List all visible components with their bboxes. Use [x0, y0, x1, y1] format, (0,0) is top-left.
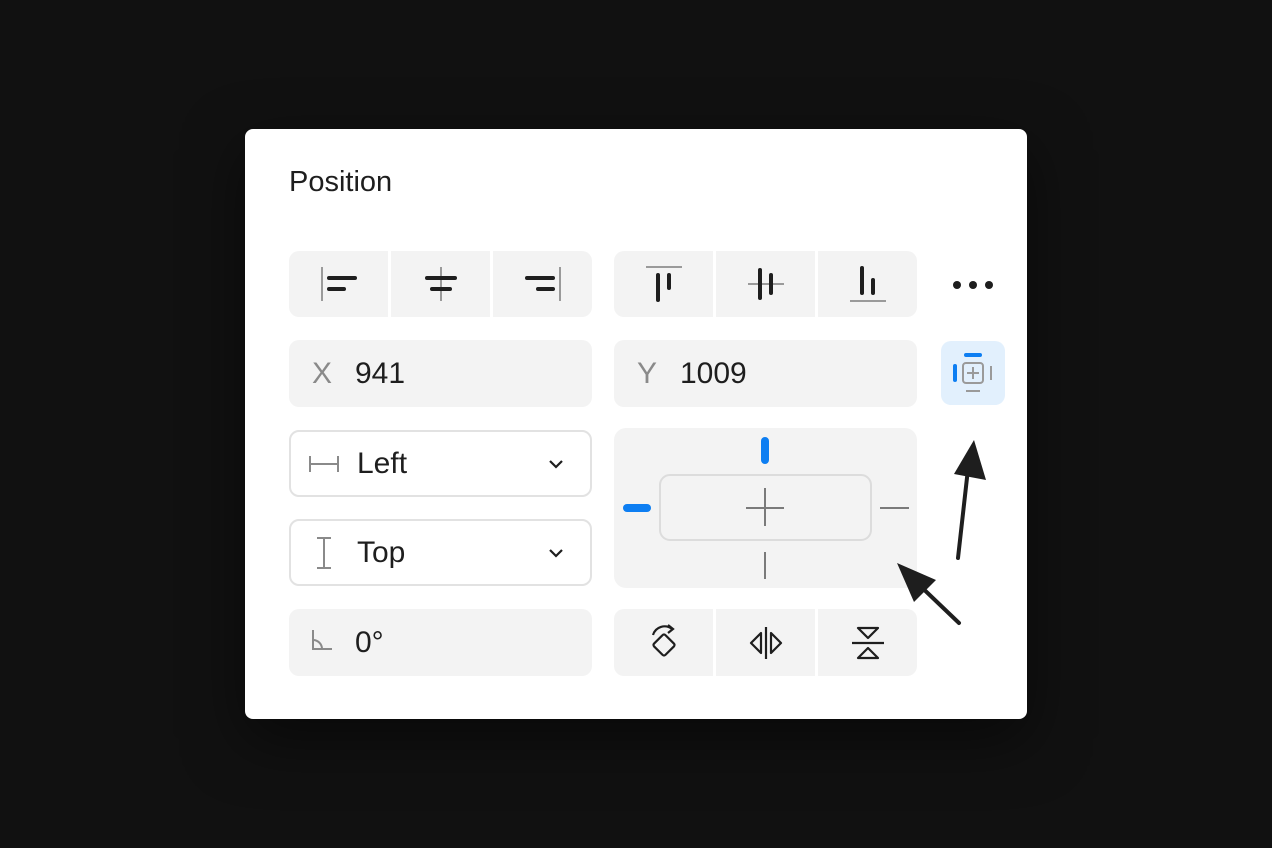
annotation-arrowhead-up — [954, 440, 986, 480]
flip-horizontal-button[interactable] — [713, 609, 815, 676]
constraints-widget — [614, 428, 917, 588]
align-left-icon — [320, 267, 357, 301]
rotation-value[interactable]: 0° — [355, 626, 384, 660]
vertical-constraint-select[interactable]: Top — [289, 519, 592, 586]
align-vertical-center-icon — [747, 268, 784, 300]
rotate-90-icon — [651, 623, 676, 657]
horizontal-align-group — [289, 251, 592, 317]
constraints-icon — [953, 353, 992, 392]
chevron-down-icon — [522, 459, 590, 469]
vertical-constraint-icon — [291, 536, 357, 570]
horizontal-constraint-icon — [291, 454, 357, 474]
align-top-button[interactable] — [614, 251, 713, 317]
align-bottom-button[interactable] — [815, 251, 917, 317]
align-top-icon — [645, 266, 682, 302]
rotate-90-button[interactable] — [614, 609, 713, 676]
panel-title: Position — [289, 166, 393, 198]
y-label: Y — [636, 356, 657, 390]
more-button[interactable] — [945, 265, 1001, 305]
vertical-align-group — [614, 251, 917, 317]
align-horizontal-center-button[interactable] — [388, 251, 490, 317]
align-bottom-icon — [849, 266, 886, 302]
constraints-toggle-button[interactable] — [941, 341, 1005, 405]
align-vertical-center-button[interactable] — [713, 251, 815, 317]
y-value[interactable]: 1009 — [680, 357, 747, 391]
more-horizontal-icon — [953, 281, 993, 289]
x-value[interactable]: 941 — [355, 357, 405, 391]
align-right-icon — [524, 267, 561, 301]
angle-icon — [289, 626, 355, 660]
rotation-field[interactable]: 0° — [289, 609, 592, 676]
x-position-field[interactable]: X 941 — [289, 340, 592, 407]
constraint-left-toggle[interactable] — [623, 504, 651, 512]
vertical-constraint-value: Top — [357, 535, 406, 569]
chevron-down-icon — [522, 548, 590, 558]
x-label: X — [311, 356, 332, 390]
align-left-button[interactable] — [289, 251, 388, 317]
y-position-field[interactable]: Y 1009 — [614, 340, 917, 407]
constraint-top-toggle[interactable] — [761, 437, 769, 464]
align-horizontal-center-icon — [424, 267, 457, 301]
constraint-bottom-toggle[interactable] — [764, 552, 766, 579]
flip-horizontal-icon — [749, 626, 782, 659]
transform-group — [614, 609, 917, 676]
annotation-arrows — [897, 440, 986, 625]
horizontal-constraint-select[interactable]: Left — [289, 430, 592, 497]
align-right-button[interactable] — [490, 251, 592, 317]
horizontal-constraint-value: Left — [357, 446, 408, 480]
